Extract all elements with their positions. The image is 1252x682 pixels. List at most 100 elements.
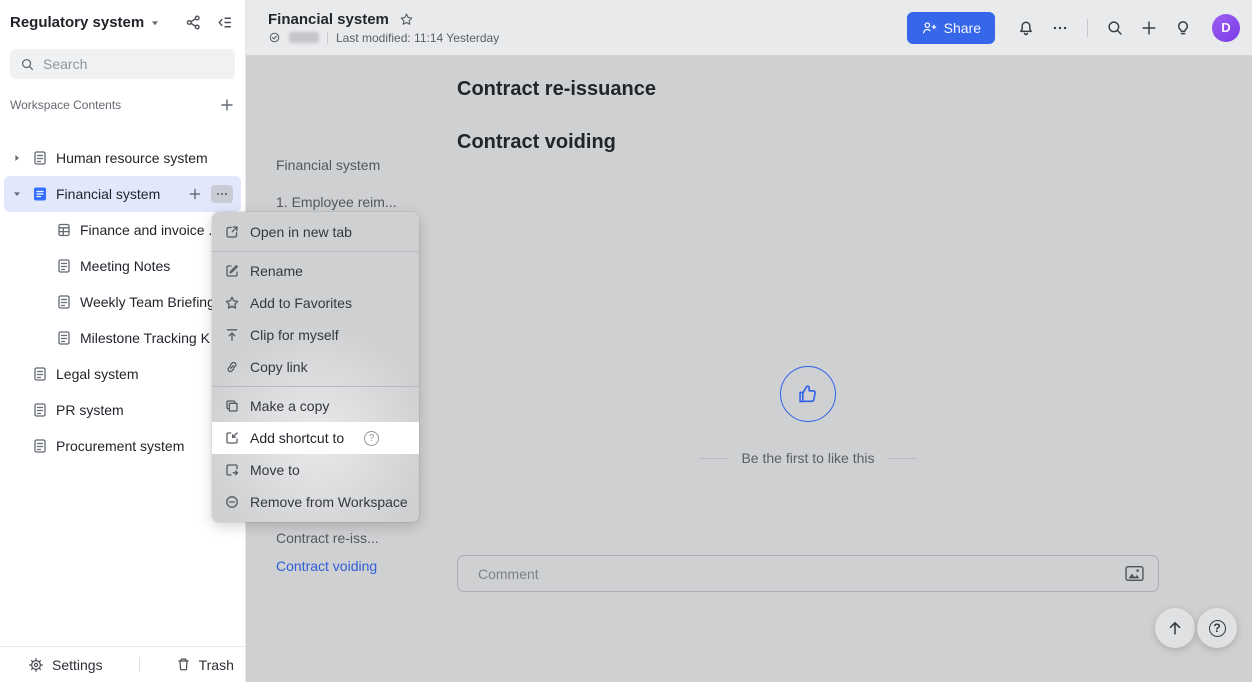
comment-box — [457, 555, 1159, 592]
gear-icon — [28, 657, 44, 673]
sidebar-item-weekly-team-briefing[interactable]: Weekly Team Briefing — [4, 284, 241, 320]
outline-item[interactable]: Contract voiding — [276, 558, 377, 574]
menu-item-label: Open in new tab — [250, 224, 352, 240]
trash-icon — [176, 657, 191, 672]
sidebar-item-financial-system[interactable]: Financial system — [4, 176, 241, 212]
search-placeholder: Search — [43, 56, 87, 72]
doc-blue-icon — [32, 186, 48, 202]
sidebar: Regulatory system Search Workspace — [0, 0, 246, 682]
outline-item[interactable]: 1. Employee reim... — [276, 194, 397, 210]
workspace-switcher[interactable]: Regulatory system — [10, 14, 160, 31]
meta-divider — [327, 32, 328, 44]
add-content-button[interactable] — [219, 97, 235, 113]
help-button[interactable]: ? — [1197, 608, 1237, 648]
clip-icon — [224, 327, 240, 343]
menu-item-label: Add shortcut to — [250, 430, 344, 446]
doc-icon — [32, 150, 48, 166]
menu-item-rename[interactable]: Rename — [212, 255, 419, 287]
menu-item-add-shortcut-to[interactable]: Add shortcut to? — [212, 422, 419, 454]
doc-heading-1[interactable]: Contract re-issuance — [457, 75, 656, 103]
arrow-up-icon — [1165, 618, 1185, 638]
item-more-button[interactable] — [211, 185, 233, 203]
chevron-right-icon[interactable] — [12, 153, 32, 163]
open-in-new-tab-icon — [224, 224, 240, 240]
topbar-divider — [1087, 19, 1088, 37]
menu-item-clip-for-myself[interactable]: Clip for myself — [212, 319, 419, 351]
decorative-line — [887, 458, 917, 459]
outline-item[interactable]: Contract re-iss... — [276, 530, 379, 546]
menu-item-label: Add to Favorites — [250, 295, 352, 311]
doc-icon — [32, 366, 48, 382]
add-page-icon[interactable] — [187, 186, 203, 202]
settings-button[interactable]: Settings — [28, 657, 103, 673]
chevron-down-icon[interactable] — [12, 189, 32, 199]
sidebar-item-milestone-tracking[interactable]: Milestone Tracking K — [4, 320, 241, 356]
scroll-to-top-button[interactable] — [1155, 608, 1195, 648]
question-mark-icon: ? — [1209, 620, 1226, 637]
last-modified-text: Last modified: 11:14 Yesterday — [336, 31, 499, 45]
workspace-contents-label: Workspace Contents — [10, 98, 121, 112]
trash-label: Trash — [199, 657, 234, 673]
share-label: Share — [944, 20, 981, 36]
doc-title: Financial system — [268, 11, 389, 28]
collapse-sidebar-icon[interactable] — [216, 14, 233, 31]
share-workspace-icon[interactable] — [185, 14, 202, 31]
global-search-icon[interactable] — [1100, 13, 1130, 43]
menu-divider — [212, 386, 419, 387]
thumbs-up-icon — [795, 381, 821, 407]
favorite-star-icon[interactable] — [399, 12, 414, 27]
star-icon — [224, 295, 240, 311]
menu-item-label: Clip for myself — [250, 327, 339, 343]
sidebar-item-label: Financial system — [56, 186, 183, 202]
create-new-icon[interactable] — [1134, 13, 1164, 43]
avatar[interactable]: D — [1212, 14, 1240, 42]
menu-item-copy-link[interactable]: Copy link — [212, 351, 419, 383]
lightbulb-icon[interactable] — [1168, 13, 1198, 43]
sidebar-item-meeting-notes[interactable]: Meeting Notes — [4, 248, 241, 284]
footer-divider — [139, 657, 140, 672]
insert-image-icon[interactable] — [1125, 565, 1144, 582]
notifications-bell-icon[interactable] — [1011, 13, 1041, 43]
chevron-down-icon — [150, 18, 160, 28]
sidebar-item-finance-and-invoice[interactable]: Finance and invoice . — [4, 212, 241, 248]
settings-label: Settings — [52, 657, 103, 673]
link-icon — [224, 359, 240, 375]
context-menu: Open in new tab Rename Add to Favorites Cli… — [212, 212, 419, 522]
trash-button[interactable]: Trash — [176, 657, 234, 673]
doc-heading-2[interactable]: Contract voiding — [457, 128, 616, 156]
menu-item-open-in-new-tab[interactable]: Open in new tab — [212, 216, 419, 248]
sheet-icon — [56, 222, 72, 238]
help-icon[interactable]: ? — [364, 431, 379, 446]
doc-icon — [56, 258, 72, 274]
menu-item-remove-from-workspace[interactable]: Remove from Workspace — [212, 486, 419, 518]
person-add-icon — [921, 20, 937, 36]
decorative-line — [699, 458, 729, 459]
menu-item-label: Make a copy — [250, 398, 329, 414]
menu-item-label: Remove from Workspace — [250, 494, 408, 510]
sidebar-item-procurement-system[interactable]: Procurement system — [4, 428, 241, 464]
workspace-tree: Human resource system Financial system Fin… — [0, 140, 245, 464]
outline-item[interactable]: Financial system — [276, 157, 380, 173]
duplicate-icon — [224, 398, 240, 414]
sidebar-item-label: Human resource system — [56, 150, 241, 166]
menu-item-label: Rename — [250, 263, 303, 279]
sidebar-item-pr-system[interactable]: PR system — [4, 392, 241, 428]
like-button[interactable] — [780, 366, 836, 422]
sidebar-item-legal-system[interactable]: Legal system — [4, 356, 241, 392]
comment-input[interactable] — [478, 566, 1125, 582]
menu-item-move-to[interactable]: Move to — [212, 454, 419, 486]
menu-item-make-a-copy[interactable]: Make a copy — [212, 390, 419, 422]
doc-icon — [32, 438, 48, 454]
sidebar-item-human-resource-system[interactable]: Human resource system — [4, 140, 241, 176]
doc-icon — [32, 402, 48, 418]
redacted-author — [289, 32, 319, 43]
like-empty-state: Be the first to like this — [608, 450, 1008, 466]
more-options-icon[interactable] — [1045, 13, 1075, 43]
menu-item-add-to-favorites[interactable]: Add to Favorites — [212, 287, 419, 319]
doc-header: Financial system Last modified: 11:14 Ye… — [246, 0, 1252, 56]
rename-icon — [224, 263, 240, 279]
search-input[interactable]: Search — [10, 49, 235, 79]
doc-icon — [56, 330, 72, 346]
app-window: Regulatory system Search Workspace — [0, 0, 1252, 682]
share-button[interactable]: Share — [907, 12, 995, 44]
